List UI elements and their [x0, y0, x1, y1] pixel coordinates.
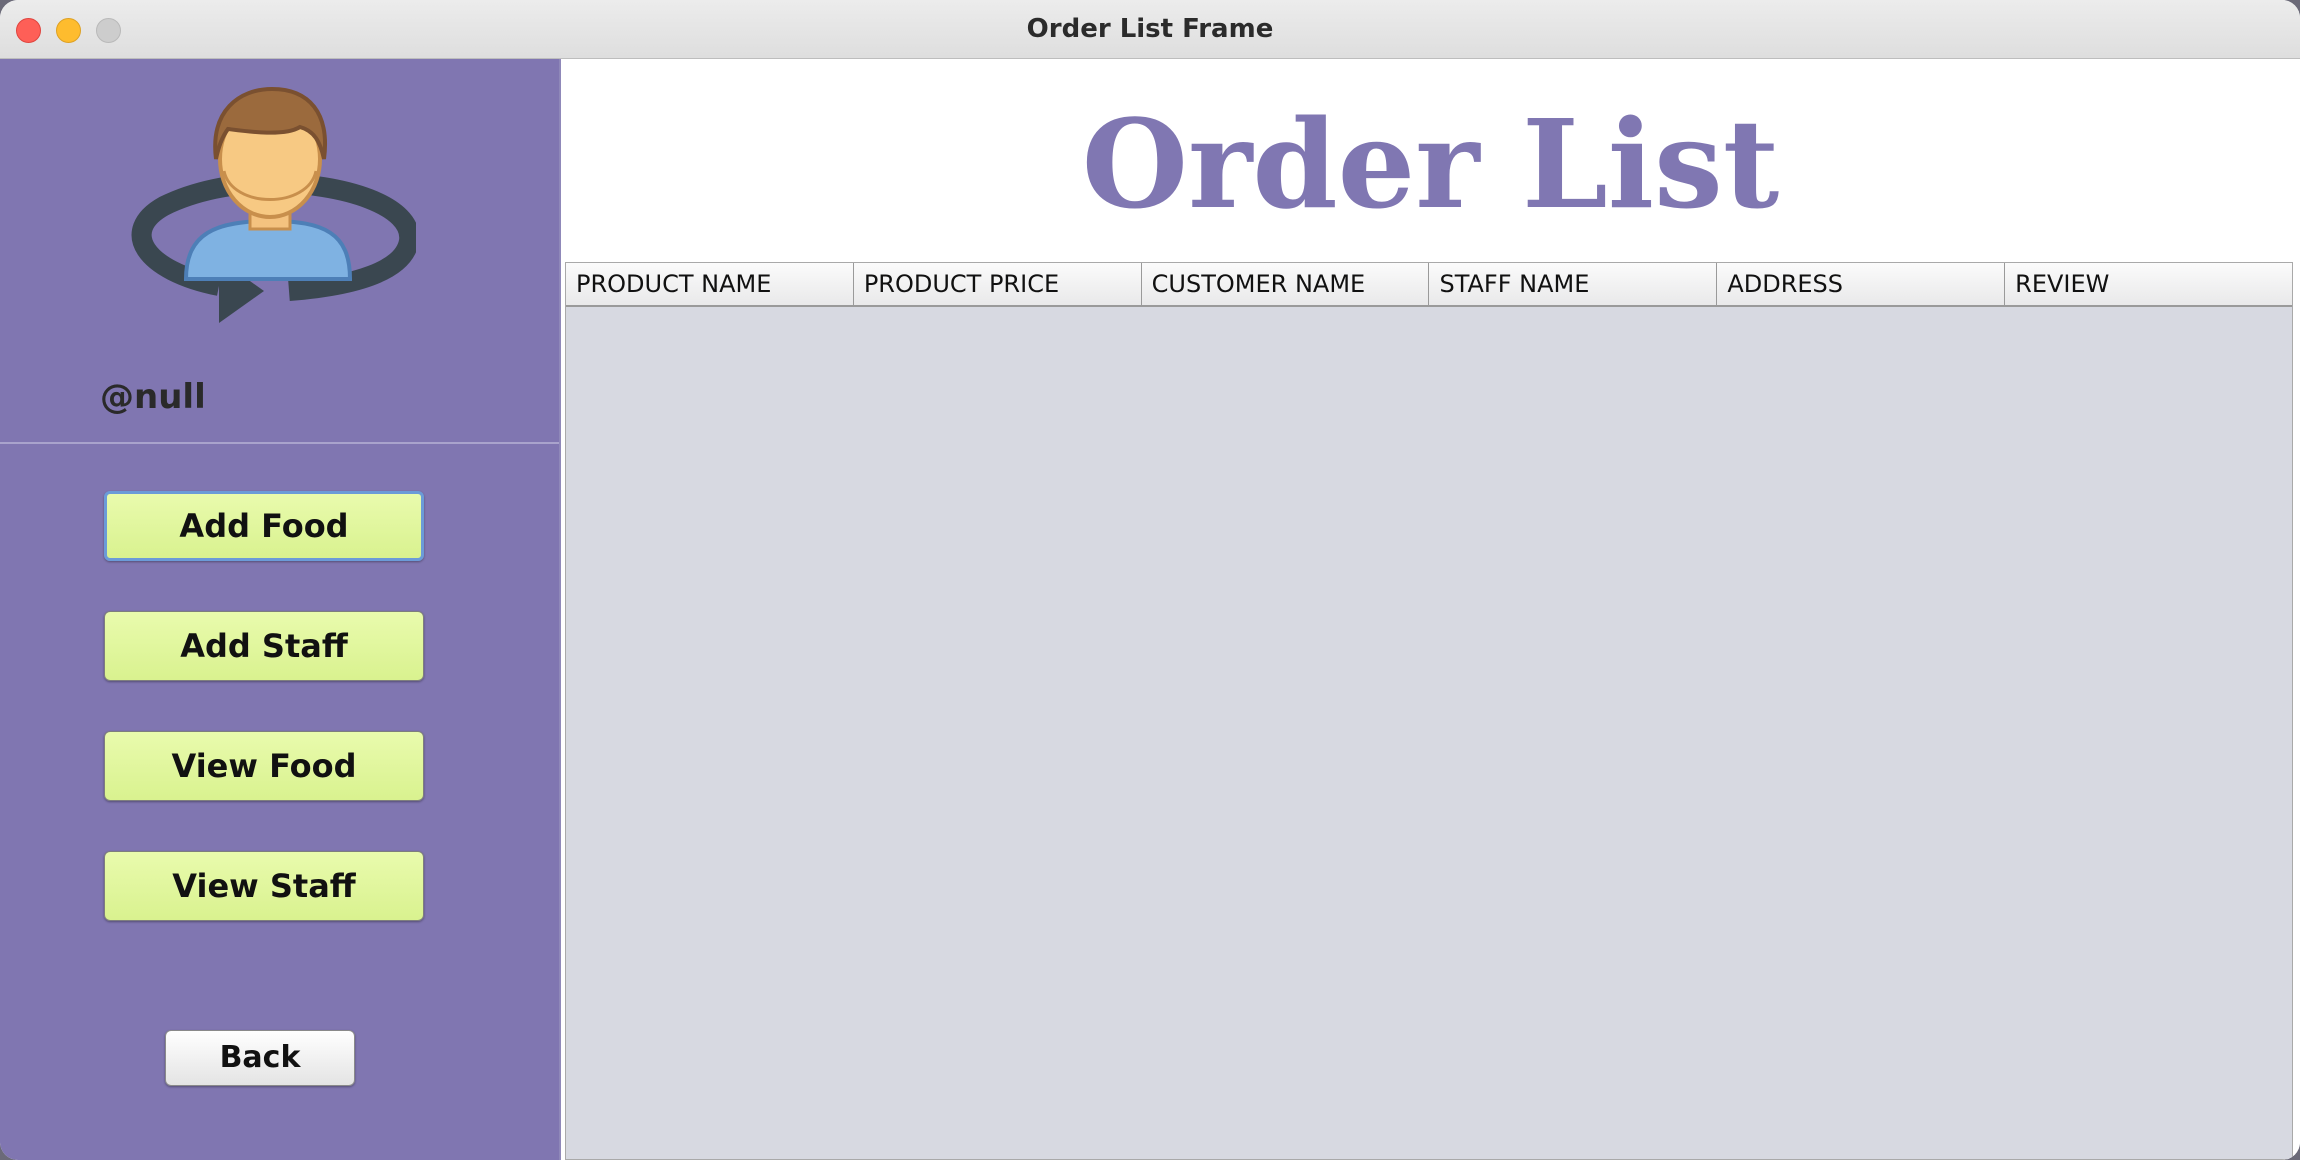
title-bar: Order List Frame: [0, 0, 2300, 59]
column-header-product-price[interactable]: PRODUCT PRICE: [853, 263, 1142, 305]
add-staff-button[interactable]: Add Staff: [104, 611, 424, 681]
column-header-address[interactable]: ADDRESS: [1717, 263, 2006, 305]
view-staff-button[interactable]: View Staff: [104, 851, 424, 921]
page-title: Order List: [1081, 92, 1780, 236]
back-button[interactable]: Back: [165, 1030, 355, 1086]
sidebar-divider: [0, 442, 559, 444]
column-header-product-name[interactable]: PRODUCT NAME: [566, 263, 854, 305]
table-body[interactable]: [566, 307, 2292, 1159]
app-window: Order List Frame @null Add Food Add Staf…: [0, 0, 2300, 1160]
order-table[interactable]: PRODUCT NAME PRODUCT PRICE CUSTOMER NAME…: [565, 262, 2293, 1160]
table-header: PRODUCT NAME PRODUCT PRICE CUSTOMER NAME…: [566, 263, 2292, 307]
user-avatar-icon: [131, 86, 416, 323]
username-label: @null: [100, 377, 206, 417]
window-title: Order List Frame: [1026, 14, 1274, 44]
column-header-review[interactable]: REVIEW: [2005, 263, 2292, 305]
sidebar: @null Add Food Add Staff View Food View …: [0, 59, 561, 1160]
main-panel: Order List PRODUCT NAME PRODUCT PRICE CU…: [561, 59, 2300, 1160]
view-food-button[interactable]: View Food: [104, 731, 424, 801]
column-header-customer-name[interactable]: CUSTOMER NAME: [1141, 263, 1430, 305]
add-food-button[interactable]: Add Food: [104, 491, 424, 561]
column-header-staff-name[interactable]: STAFF NAME: [1429, 263, 1718, 305]
